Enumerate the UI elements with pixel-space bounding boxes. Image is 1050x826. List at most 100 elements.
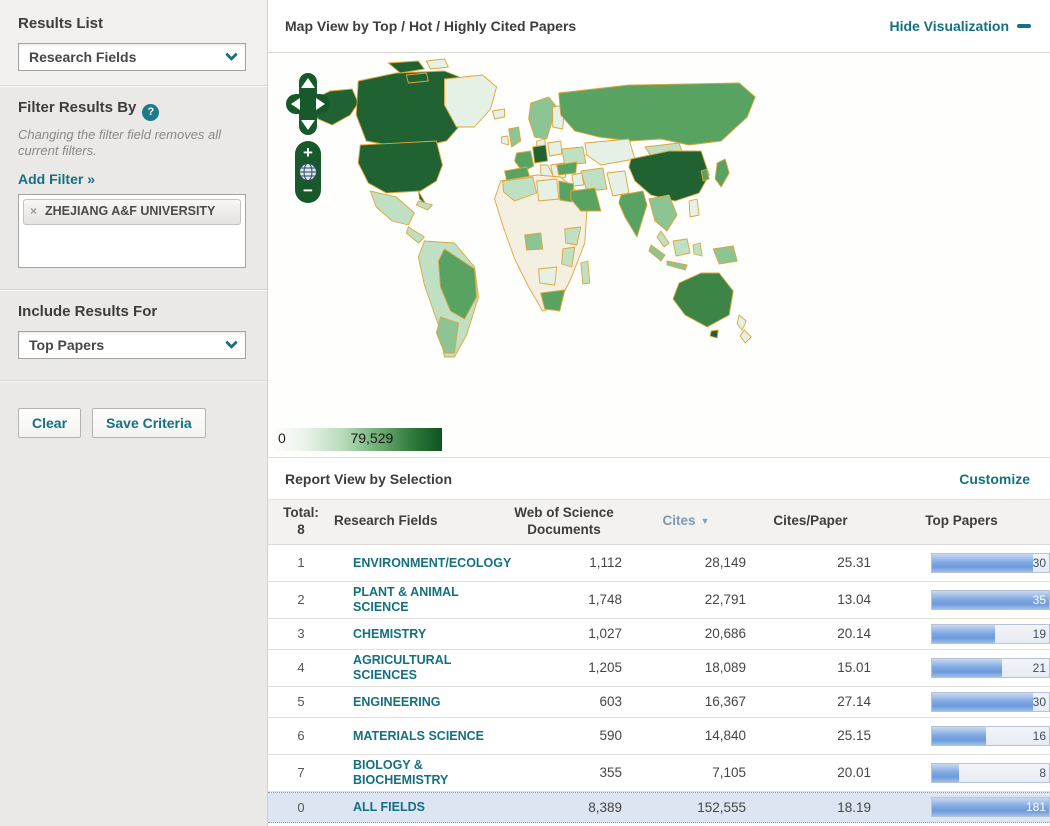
- row-cites: 152,555: [697, 799, 746, 815]
- column-header-cites-per-paper[interactable]: Cites/Paper: [748, 508, 873, 535]
- column-header-research-fields[interactable]: Research Fields: [334, 508, 504, 535]
- research-field-link[interactable]: ENGINEERING: [353, 695, 441, 710]
- research-field-link[interactable]: BIOLOGY & BIOCHEMISTRY: [353, 758, 498, 788]
- table-row: 5 ENGINEERING 603 16,367 27.14 30: [268, 686, 1050, 718]
- minus-icon: [1017, 24, 1031, 28]
- table-header-row: Total: 8 Research Fields Web of Science D…: [268, 500, 1050, 545]
- top-papers-bar-fill: [932, 763, 959, 782]
- zoom-out-icon: −: [303, 181, 313, 200]
- table-row: 1 ENVIRONMENT/ECOLOGY 1,112 28,149 25.31…: [268, 544, 1050, 582]
- research-field-link[interactable]: PLANT & ANIMAL SCIENCE: [353, 585, 498, 615]
- row-rank: 4: [297, 660, 305, 676]
- map-country-germany[interactable]: [532, 144, 549, 164]
- hide-visualization-link[interactable]: Hide Visualization: [889, 18, 1031, 34]
- table-body: 1 ENVIRONMENT/ECOLOGY 1,112 28,149 25.31…: [268, 544, 1050, 823]
- row-rank: 1: [297, 555, 305, 571]
- top-papers-bar: 19: [931, 623, 1050, 644]
- row-wos-documents: 590: [599, 728, 622, 744]
- top-papers-bar-fill: [932, 658, 1003, 677]
- column-header-top-papers[interactable]: Top Papers: [873, 508, 1050, 535]
- map-middle-east[interactable]: [571, 172, 585, 187]
- report-header: Report View by Selection Customize: [268, 457, 1050, 500]
- results-list-section: Results List Research Fields: [0, 0, 267, 85]
- table-row: 7 BIOLOGY & BIOCHEMISTRY 355 7,105 20.01…: [268, 754, 1050, 792]
- map-arctic-island[interactable]: [425, 58, 449, 70]
- map-title: Map View by Top / Hot / Highly Cited Pap…: [285, 18, 577, 34]
- research-field-link[interactable]: AGRICULTURAL SCIENCES: [353, 653, 498, 683]
- include-results-heading: Include Results For: [18, 303, 158, 320]
- map-zoom-control[interactable]: + −: [295, 141, 321, 203]
- filter-note: Changing the filter field removes all cu…: [18, 126, 222, 158]
- row-cites: 20,686: [704, 626, 746, 642]
- row-cites-per-paper: 20.01: [837, 765, 871, 781]
- research-field-link[interactable]: MATERIALS SCIENCE: [353, 729, 484, 744]
- top-papers-bar: 35: [931, 589, 1050, 610]
- row-rank: 6: [297, 728, 305, 744]
- results-list-dropdown-value: Research Fields: [29, 49, 137, 65]
- row-cites-per-paper: 20.14: [837, 626, 871, 642]
- filter-section: Filter Results By? Changing the filter f…: [0, 85, 267, 289]
- map-country-philippines[interactable]: [688, 198, 700, 218]
- legend-max-value: 79,529: [350, 430, 394, 446]
- map-pan-control[interactable]: [286, 73, 330, 135]
- top-papers-bar: 16: [931, 725, 1050, 746]
- actions-section: Clear Save Criteria: [0, 380, 267, 456]
- map-region: + − 0 79,529: [268, 53, 1050, 457]
- research-field-link[interactable]: ENVIRONMENT/ECOLOGY: [353, 556, 511, 571]
- column-header-cites[interactable]: Cites ▼: [624, 508, 748, 535]
- row-rank: 3: [297, 626, 305, 642]
- top-papers-value: 16: [1032, 728, 1046, 743]
- hide-visualization-label: Hide Visualization: [889, 18, 1009, 34]
- map-country-korea[interactable]: [700, 168, 710, 182]
- row-cites: 16,367: [704, 694, 746, 710]
- row-cites-per-paper: 25.31: [837, 555, 871, 571]
- top-papers-bar-fill: [932, 726, 986, 745]
- chevron-down-icon: [225, 47, 238, 61]
- top-papers-value: 181: [1025, 800, 1046, 815]
- esi-indicators-page: Results List Research Fields Filter Resu…: [0, 0, 1050, 826]
- add-filter-link[interactable]: Add Filter »: [18, 171, 95, 187]
- help-icon[interactable]: ?: [142, 103, 160, 121]
- top-papers-value: 21: [1032, 660, 1046, 675]
- remove-filter-icon[interactable]: ×: [30, 204, 37, 218]
- row-rank: 2: [297, 592, 305, 608]
- research-field-link[interactable]: ALL FIELDS: [353, 800, 425, 815]
- top-papers-bar-fill: [932, 692, 1033, 711]
- top-papers-bar: 30: [931, 691, 1050, 712]
- clear-button[interactable]: Clear: [18, 408, 82, 438]
- row-wos-documents: 1,027: [588, 626, 622, 642]
- row-rank: 5: [297, 694, 305, 710]
- table-row: 3 CHEMISTRY 1,027 20,686 20.14 19: [268, 618, 1050, 650]
- customize-link[interactable]: Customize: [959, 471, 1030, 487]
- table-row: 2 PLANT & ANIMAL SCIENCE 1,748 22,791 13…: [268, 581, 1050, 619]
- row-cites: 14,840: [704, 728, 746, 744]
- filter-heading: Filter Results By: [18, 99, 137, 116]
- top-papers-value: 30: [1032, 555, 1046, 570]
- top-papers-bar: 181: [931, 797, 1050, 818]
- include-results-dropdown[interactable]: Top Papers: [18, 331, 246, 359]
- row-cites: 22,791: [704, 592, 746, 608]
- row-cites: 18,089: [704, 660, 746, 676]
- results-list-dropdown[interactable]: Research Fields: [18, 43, 246, 71]
- main-content: Map View by Top / Hot / Highly Cited Pap…: [268, 0, 1050, 826]
- table-row: 4 AGRICULTURAL SCIENCES 1,205 18,089 15.…: [268, 649, 1050, 687]
- top-papers-bar-fill: [932, 590, 1049, 609]
- filter-chip-label: ZHEJIANG A&F UNIVERSITY: [45, 204, 216, 218]
- results-list-heading: Results List: [18, 15, 104, 32]
- row-rank: 7: [297, 765, 305, 781]
- filter-chip[interactable]: × ZHEJIANG A&F UNIVERSITY: [23, 199, 241, 225]
- include-results-dropdown-value: Top Papers: [29, 337, 105, 353]
- map-arctic-island[interactable]: [405, 72, 429, 84]
- include-results-section: Include Results For Top Papers: [0, 289, 267, 380]
- column-header-wos-documents[interactable]: Web of Science Documents: [504, 500, 624, 544]
- world-map[interactable]: [268, 53, 1050, 457]
- row-cites-per-paper: 27.14: [837, 694, 871, 710]
- row-wos-documents: 1,205: [588, 660, 622, 676]
- map-tasmania[interactable]: [709, 329, 719, 339]
- save-criteria-button[interactable]: Save Criteria: [92, 408, 206, 438]
- sort-descending-icon: ▼: [700, 516, 710, 527]
- top-papers-value: 30: [1032, 694, 1046, 709]
- research-field-link[interactable]: CHEMISTRY: [353, 627, 426, 642]
- table-row: 0 ALL FIELDS 8,389 152,555 18.19 181: [268, 791, 1050, 823]
- total-count: Total: 8: [283, 505, 319, 537]
